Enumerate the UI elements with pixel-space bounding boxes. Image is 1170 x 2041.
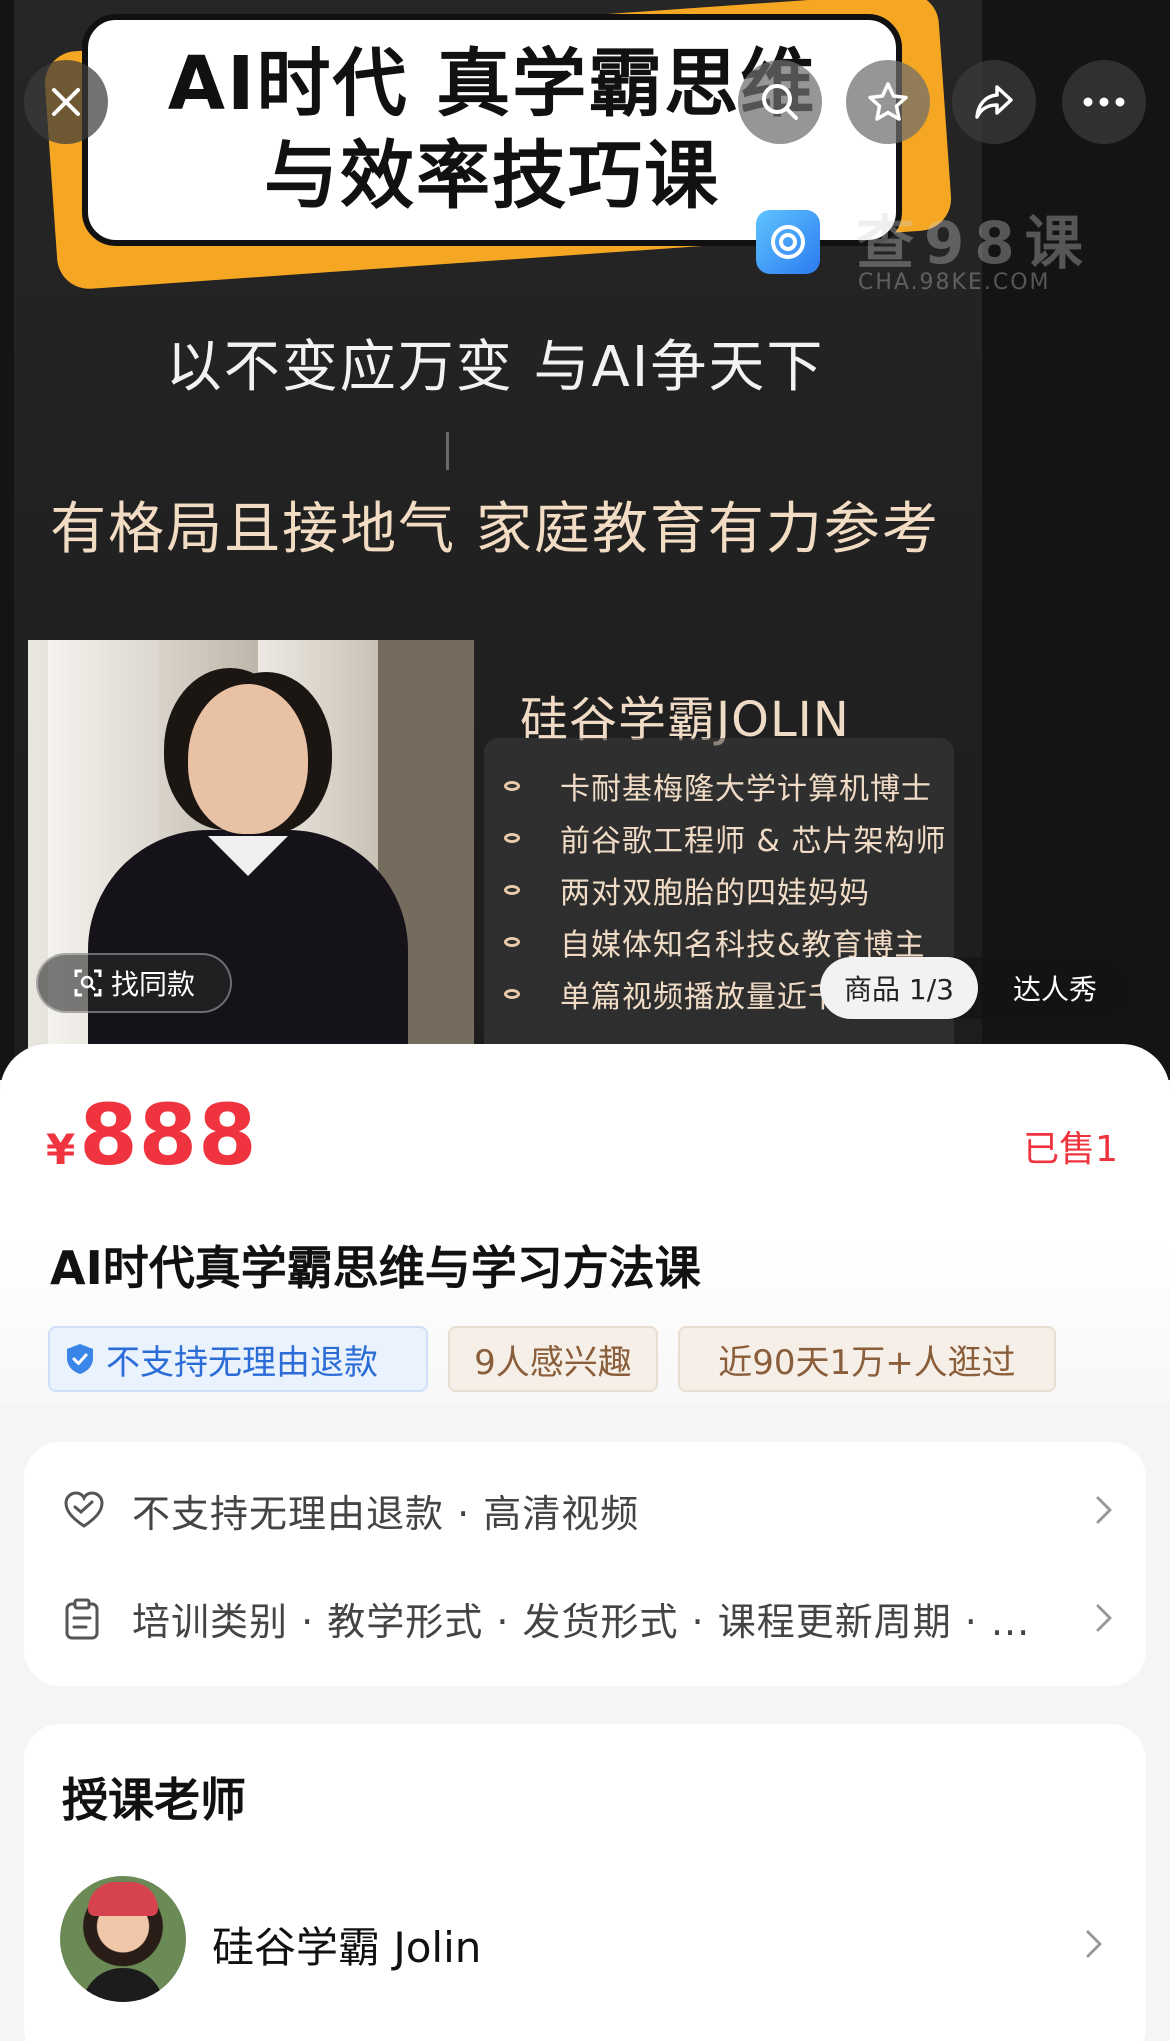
share-icon bbox=[975, 85, 1013, 119]
currency-symbol: ¥ bbox=[46, 1125, 76, 1174]
product-detail-page: AI时代 真学霸思维 与效率技巧课 以不变应万变 与AI争天下 有格局且接地气 … bbox=[0, 0, 1170, 2041]
teacher-avatar[interactable] bbox=[60, 1876, 186, 2002]
close-button[interactable] bbox=[24, 60, 108, 144]
price: ¥ 888 bbox=[46, 1086, 258, 1184]
chevron-right-icon[interactable] bbox=[1082, 1924, 1106, 1964]
clipboard-icon bbox=[65, 1598, 99, 1640]
product-title: AI时代真学霸思维与学习方法课 bbox=[50, 1241, 701, 1295]
star-icon bbox=[868, 82, 908, 121]
find-same-label: 找同款 bbox=[110, 968, 195, 1001]
poster-profile-item: 卡耐基梅隆大学计算机博士 bbox=[504, 764, 932, 808]
teacher-section-heading: 授课老师 bbox=[62, 1773, 246, 1827]
product-image-carousel[interactable]: AI时代 真学霸思维 与效率技巧课 以不变应万变 与AI争天下 有格局且接地气 … bbox=[0, 0, 1170, 1080]
find-same-button[interactable]: 找同款 bbox=[36, 953, 232, 1013]
share-button[interactable] bbox=[952, 60, 1036, 144]
teacher-name[interactable]: 硅谷学霸 Jolin bbox=[212, 1914, 481, 1975]
service-guarantee-row[interactable]: 不支持无理由退款 · 高清视频 bbox=[24, 1460, 1146, 1560]
poster-title-line-1: AI时代 真学霸思维 bbox=[167, 41, 817, 127]
course-params-text: 培训类别 · 教学形式 · 发货形式 · 课程更新周期 · ... bbox=[132, 1599, 1031, 1644]
poster-slogan-1: 以不变应万变 与AI争天下 bbox=[165, 335, 825, 400]
watermark-subtext: CHA.98KE.COM bbox=[858, 270, 1051, 295]
chevron-right-icon bbox=[1096, 1604, 1112, 1632]
watermark-text: 查98课 bbox=[856, 209, 1093, 277]
favorite-button[interactable] bbox=[846, 60, 930, 144]
poster-title-line-2: 与效率技巧课 bbox=[264, 133, 720, 219]
price-value: 888 bbox=[79, 1086, 258, 1184]
search-button[interactable] bbox=[738, 60, 822, 144]
poster-profile-item: 前谷歌工程师 & 芯片架构师 bbox=[504, 816, 946, 860]
poster-profile-item: 两对双胞胎的四娃妈妈 bbox=[504, 868, 870, 912]
watermark-logo-icon bbox=[756, 210, 820, 274]
poster-profile-item: 单篇视频播放量近千 bbox=[504, 972, 839, 1016]
interest-count-tag: 9人感兴趣 bbox=[448, 1326, 658, 1392]
heart-shield-icon bbox=[64, 1491, 104, 1528]
more-button[interactable] bbox=[1062, 60, 1146, 144]
slogan-divider bbox=[446, 432, 449, 470]
scan-icon bbox=[74, 969, 102, 997]
teacher-photo bbox=[28, 640, 474, 1080]
shield-check-icon bbox=[67, 1344, 93, 1374]
chevron-right-icon bbox=[1096, 1496, 1112, 1524]
course-params-row[interactable]: 培训类别 · 教学形式 · 发货形式 · 课程更新周期 · ... bbox=[24, 1568, 1146, 1668]
refund-policy-tag[interactable]: 不支持无理由退款 bbox=[48, 1326, 428, 1392]
close-icon bbox=[52, 88, 80, 116]
more-icon bbox=[1083, 97, 1125, 107]
service-guarantee-text: 不支持无理由退款 · 高清视频 bbox=[132, 1491, 640, 1536]
sold-count: 已售1 bbox=[1023, 1129, 1118, 1170]
refund-policy-label: 不支持无理由退款 bbox=[106, 1342, 378, 1383]
visit-count-tag: 近90天1万+人逛过 bbox=[678, 1326, 1056, 1392]
poster-slogan-2: 有格局且接地气 家庭教育有力参考 bbox=[50, 497, 940, 562]
tab-creator-show[interactable]: 达人秀 bbox=[990, 957, 1120, 1019]
search-icon bbox=[762, 84, 798, 120]
tab-products[interactable]: 商品 1/3 bbox=[820, 957, 978, 1019]
